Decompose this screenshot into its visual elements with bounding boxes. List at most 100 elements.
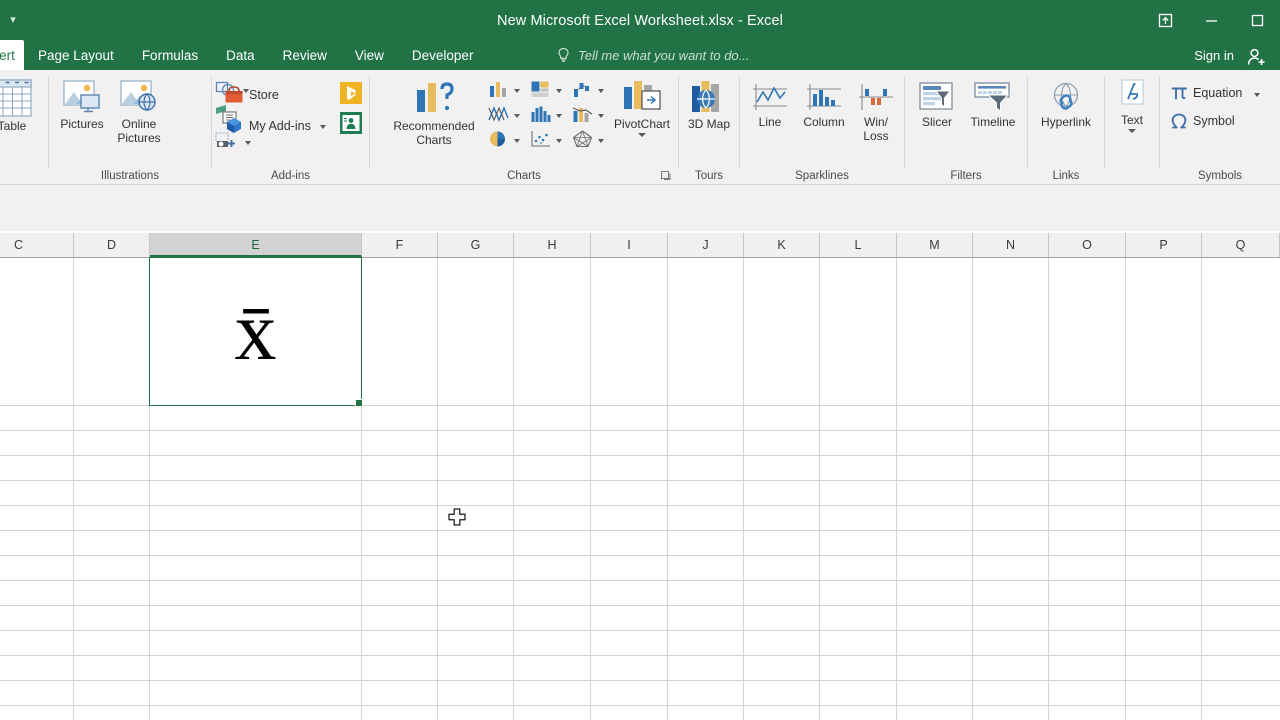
store-button[interactable]: Store [224,85,279,104]
gridline-horizontal [0,705,1280,706]
fill-handle[interactable] [355,399,363,407]
tell-me-search[interactable]: Tell me what you want to do... [556,40,750,70]
sparkline-column-button[interactable]: Column [794,80,854,130]
radar-chart-icon [572,130,593,148]
minimize-button[interactable] [1188,0,1234,40]
recommended-charts-button[interactable]: Recommended Charts [380,78,488,147]
scatter-chart-caret[interactable] [556,138,562,143]
column-headers: C D E F G H I J K L M N O P Q [0,233,1280,258]
statistic-chart-button[interactable] [530,105,562,123]
store-icon [224,85,244,104]
selected-cell-E[interactable]: x̄ [149,257,362,406]
bing-maps-button[interactable] [340,82,362,104]
gridline-horizontal [0,555,1280,556]
tab-developer[interactable]: Developer [398,40,488,70]
column-header-D[interactable]: D [74,233,150,257]
window-controls [1142,0,1280,40]
column-header-G[interactable]: G [438,233,514,257]
person-add-icon[interactable] [1238,44,1276,70]
radar-chart-button[interactable] [572,130,604,148]
column-header-K[interactable]: K [744,233,820,257]
timeline-button[interactable]: Timeline [961,80,1025,130]
column-header-L[interactable]: L [820,233,897,257]
column-header-E[interactable]: E [150,233,362,257]
column-header-Q[interactable]: Q [1202,233,1280,257]
pivotchart-caret[interactable] [638,132,646,137]
column-chart-caret[interactable] [514,88,520,93]
hyperlink-button[interactable]: Hyperlink [1030,80,1102,130]
maximize-button[interactable] [1234,0,1280,40]
sparkline-line-button[interactable]: Line [744,80,796,130]
statistic-chart-caret[interactable] [556,113,562,118]
column-header-M[interactable]: M [897,233,973,257]
ribbon-display-options-icon[interactable] [1142,0,1188,40]
tab-review[interactable]: Review [269,40,341,70]
gridline-vertical [667,258,668,720]
combo-chart-button[interactable] [572,105,604,123]
my-addins-dropdown-caret[interactable] [319,125,326,129]
radar-chart-caret[interactable] [598,138,604,143]
waterfall-chart-button[interactable] [572,80,604,98]
text-caret[interactable] [1128,128,1136,133]
pie-chart-icon [488,130,509,148]
pie-chart-button[interactable] [488,130,520,148]
equation-button[interactable]: Equation [1170,84,1261,102]
3d-map-button[interactable]: 3D Map [679,78,739,132]
sparkline-column-icon [804,80,844,114]
column-header-F[interactable]: F [362,233,438,257]
pivotchart-icon [620,78,664,116]
gridline-horizontal [0,430,1280,431]
statistic-chart-icon [530,105,551,123]
recommended-charts-label: Recommended Charts [393,119,475,147]
column-chart-button[interactable] [488,80,520,98]
column-header-P[interactable]: P [1126,233,1202,257]
tab-insert[interactable]: ert [0,40,24,70]
sparkline-winloss-button[interactable]: Win/ Loss [852,80,900,143]
my-addins-icon [224,116,244,135]
people-graph-button[interactable] [340,112,362,134]
pivotchart-button[interactable]: PivotChart [607,78,677,137]
gridline-horizontal [0,655,1280,656]
column-header-I[interactable]: I [591,233,668,257]
gridline-vertical [437,258,438,720]
pie-chart-caret[interactable] [514,138,520,143]
column-header-J[interactable]: J [668,233,744,257]
tab-data[interactable]: Data [212,40,269,70]
hierarchy-chart-button[interactable] [530,80,562,98]
gridline-vertical [590,258,591,720]
table-button[interactable]: Table [0,78,48,134]
combo-chart-caret[interactable] [598,113,604,118]
charts-dialog-launcher[interactable] [660,169,672,181]
symbol-button[interactable]: Symbol [1170,112,1235,130]
column-header-C[interactable]: C [0,233,74,257]
my-addins-button[interactable]: My Add-ins [224,116,326,135]
sparkline-winloss-label: Win/ Loss [863,115,889,143]
column-header-H[interactable]: H [514,233,591,257]
column-header-O[interactable]: O [1049,233,1126,257]
gridline-vertical [896,258,897,720]
tab-view[interactable]: View [341,40,398,70]
gridline-horizontal [0,680,1280,681]
equation-caret[interactable] [1254,92,1261,97]
slicer-button[interactable]: Slicer [909,80,965,130]
waterfall-chart-caret[interactable] [598,88,604,93]
tab-formulas[interactable]: Formulas [128,40,212,70]
gridline-vertical [513,258,514,720]
column-header-N[interactable]: N [973,233,1049,257]
online-pictures-button[interactable]: Online Pictures [109,78,169,145]
title-bar: ▾ New Microsoft Excel Worksheet.xlsx - E… [0,0,1280,40]
cell-area[interactable]: x̄ [0,257,1280,720]
hyperlink-label: Hyperlink [1040,115,1091,129]
line-chart-button[interactable] [488,105,520,123]
pictures-button[interactable]: Pictures [53,78,111,132]
text-button[interactable]: Text [1105,78,1159,133]
line-chart-caret[interactable] [514,113,520,118]
hierarchy-chart-caret[interactable] [556,88,562,93]
scatter-chart-button[interactable] [530,130,562,148]
tab-formulas-label: Formulas [141,47,199,63]
sparkline-line-icon [750,80,790,114]
3d-map-icon [688,78,730,116]
tab-review-label: Review [282,47,327,63]
tab-page-layout[interactable]: Page Layout [24,40,128,70]
sign-in-button[interactable]: Sign in [1194,40,1234,70]
